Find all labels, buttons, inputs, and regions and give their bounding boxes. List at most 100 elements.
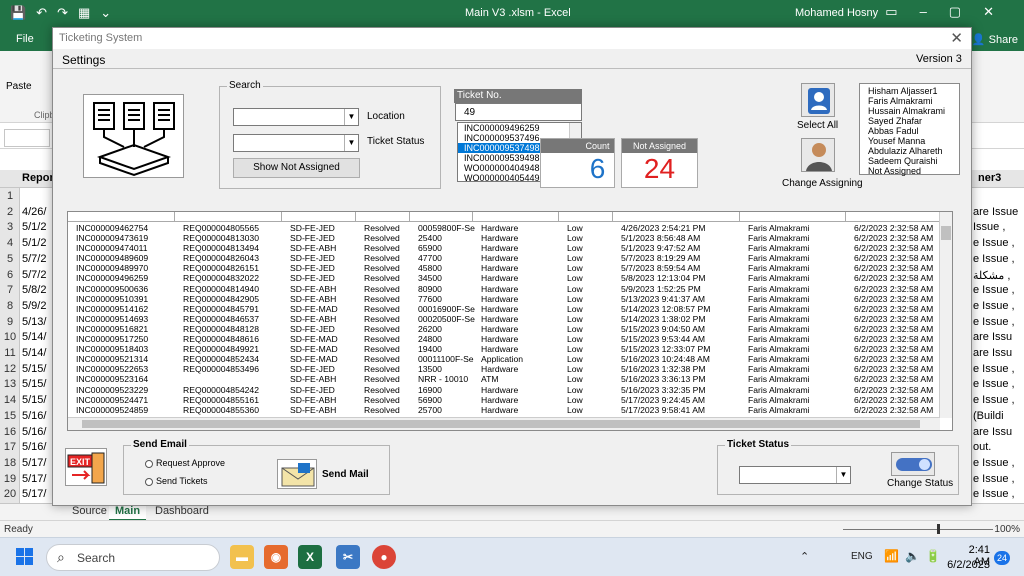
file-explorer-icon[interactable]: ▬: [230, 545, 254, 569]
assignee-item[interactable]: Hisham Aljasser1: [868, 86, 951, 96]
user-name[interactable]: Mohamed Hosny: [795, 7, 878, 19]
row-number[interactable]: 6: [0, 269, 20, 285]
row-number[interactable]: 5: [0, 253, 20, 269]
name-box[interactable]: [4, 129, 50, 147]
sheet-tab-dashboard[interactable]: Dashboard: [149, 504, 215, 521]
cell-report-date[interactable]: 5/14/: [22, 347, 52, 363]
cell-assignee3[interactable]: (Buildi: [973, 410, 1024, 426]
grid-row[interactable]: INC000009524471 REQ000004855161 SD-FE-ABH R…: [68, 395, 940, 405]
windows-start-icon[interactable]: [16, 548, 33, 565]
grid-col-7[interactable]: [559, 212, 613, 222]
exit-button[interactable]: EXIT: [65, 448, 107, 486]
network-volume-battery-icons[interactable]: 📶🔈🔋: [884, 549, 947, 563]
cell-report-date[interactable]: 5/16/: [22, 426, 52, 442]
grid-row[interactable]: INC000009516821 REQ000004848128 SD-FE-JED R…: [68, 324, 940, 334]
grid-row[interactable]: INC000009496259 REQ000004832022 SD-FE-JED R…: [68, 273, 940, 283]
row-number[interactable]: 8: [0, 300, 20, 316]
cell-assignee3[interactable]: are Issu: [973, 331, 1024, 347]
cell-assignee3[interactable]: e Issue ,: [973, 378, 1024, 394]
assignee-item[interactable]: Yousef Manna: [868, 136, 951, 146]
change-status-button[interactable]: [891, 452, 935, 476]
grid-row[interactable]: INC000009522653 REQ000004853496 SD-FE-JED R…: [68, 364, 940, 374]
row-number[interactable]: 17: [0, 441, 20, 457]
cell-report-date[interactable]: 5/17/: [22, 457, 52, 473]
paste-button[interactable]: Paste: [6, 81, 32, 92]
taskbar-search[interactable]: ⌕ Search: [46, 544, 220, 571]
cell-report-date[interactable]: 5/1/2: [22, 237, 52, 253]
cell-report-date[interactable]: 5/7/2: [22, 269, 52, 285]
row-number[interactable]: 13: [0, 378, 20, 394]
grid-row[interactable]: INC000009514693 REQ000004846537 SD-FE-ABH R…: [68, 314, 940, 324]
grid-col-10[interactable]: [846, 212, 940, 222]
row-number[interactable]: 9: [0, 316, 20, 332]
cell-report-date[interactable]: 5/17/: [22, 488, 52, 504]
cell-assignee3[interactable]: مشكلة ,: [973, 269, 1024, 285]
row-number[interactable]: 3: [0, 221, 20, 237]
grid-col-4[interactable]: [356, 212, 410, 222]
ticket-no-input[interactable]: 49: [455, 103, 582, 121]
cell-report-date[interactable]: 5/17/: [22, 473, 52, 489]
grid-hscroll-thumb[interactable]: [82, 420, 920, 428]
assignee-item[interactable]: Sadeem Quraishi: [868, 156, 951, 166]
row-number[interactable]: 2: [0, 206, 20, 222]
cell-report-date[interactable]: 5/8/2: [22, 284, 52, 300]
grid-col-6[interactable]: [473, 212, 559, 222]
quick-access-toolbar[interactable]: 💾↶↷▦⌄: [10, 5, 121, 21]
row-number[interactable]: 1: [0, 190, 20, 206]
ticket-list-item[interactable]: INC000009496259: [458, 123, 581, 133]
grid-row[interactable]: INC000009500636 REQ000004814940 SD-FE-ABH R…: [68, 284, 940, 294]
sheet-tab-main[interactable]: Main: [109, 504, 147, 521]
notification-badge[interactable]: 24: [994, 551, 1010, 565]
grid-col-2[interactable]: [175, 212, 282, 222]
chevron-down-icon[interactable]: ▼: [344, 135, 358, 151]
cell-assignee3[interactable]: e Issue ,: [973, 394, 1024, 410]
grid-col-8[interactable]: [613, 212, 740, 222]
tray-overflow-icon[interactable]: ⌃: [800, 550, 809, 563]
grid-vscroll-thumb[interactable]: [941, 226, 951, 240]
excel-icon[interactable]: X: [298, 545, 322, 569]
row-number[interactable]: 14: [0, 394, 20, 410]
cell-report-date[interactable]: 5/13/: [22, 316, 52, 332]
zoom-slider-thumb[interactable]: [937, 524, 940, 534]
chevron-down-icon[interactable]: ▼: [836, 467, 850, 483]
send-tickets-radio[interactable]: Send Tickets: [145, 476, 208, 486]
grid-horizontal-scrollbar[interactable]: [68, 417, 940, 430]
select-all-button[interactable]: [801, 83, 835, 117]
grid-row[interactable]: INC000009523229 REQ000004854242 SD-FE-JED R…: [68, 385, 940, 395]
ticket-status-filter-combo[interactable]: ▼: [233, 134, 359, 152]
sheet-tab-source[interactable]: Source: [66, 504, 113, 521]
grid-col-1[interactable]: [68, 212, 175, 222]
tickets-grid[interactable]: INC000009462754 REQ000004805565 SD-FE-JED R…: [67, 211, 953, 431]
grid-row[interactable]: INC000009489970 REQ000004826151 SD-FE-JED R…: [68, 263, 940, 273]
ticket-status-combo[interactable]: ▼: [739, 466, 851, 484]
assignee-item[interactable]: Not Assigned: [868, 166, 951, 176]
grid-row[interactable]: INC000009473619 REQ000004813030 SD-FE-JED R…: [68, 233, 940, 243]
cell-assignee3[interactable]: are Issu: [973, 426, 1024, 442]
file-tab[interactable]: File: [16, 33, 34, 45]
dialog-close-icon[interactable]: ✕: [950, 29, 963, 47]
input-language[interactable]: ENG: [851, 551, 873, 562]
assignee-list[interactable]: Hisham Aljasser1 Faris Almakrami Hussain A…: [859, 83, 960, 176]
row-number[interactable]: 20: [0, 488, 20, 504]
cell-assignee3[interactable]: e Issue ,: [973, 253, 1024, 269]
assignee-item[interactable]: Faris Almakrami: [868, 96, 951, 106]
cell-report-date[interactable]: 5/7/2: [22, 253, 52, 269]
send-mail-button[interactable]: [277, 459, 317, 489]
location-combo[interactable]: ▼: [233, 108, 359, 126]
clock-date[interactable]: 6/2/2023: [945, 559, 990, 571]
grid-row[interactable]: INC000009514162 REQ000004845791 SD-FE-MAD R…: [68, 304, 940, 314]
assignee-item[interactable]: Hussain Almakrami: [868, 106, 951, 116]
chevron-down-icon[interactable]: ▼: [344, 109, 358, 125]
cell-report-date[interactable]: 4/26/: [22, 206, 52, 222]
grid-col-5[interactable]: [410, 212, 473, 222]
share-button[interactable]: 👤 Share: [972, 33, 1018, 46]
cell-assignee3[interactable]: are Issu: [973, 347, 1024, 363]
cell-assignee3[interactable]: Issue ,: [973, 221, 1024, 237]
row-number[interactable]: 19: [0, 473, 20, 489]
cell-assignee3[interactable]: e Issue ,: [973, 488, 1024, 504]
row-number[interactable]: 18: [0, 457, 20, 473]
change-assigning-button[interactable]: [801, 138, 835, 172]
grid-row[interactable]: INC000009524859 REQ000004855360 SD-FE-ABH R…: [68, 405, 940, 415]
firefox-icon[interactable]: ◉: [264, 545, 288, 569]
chrome-icon[interactable]: ●: [372, 545, 396, 569]
